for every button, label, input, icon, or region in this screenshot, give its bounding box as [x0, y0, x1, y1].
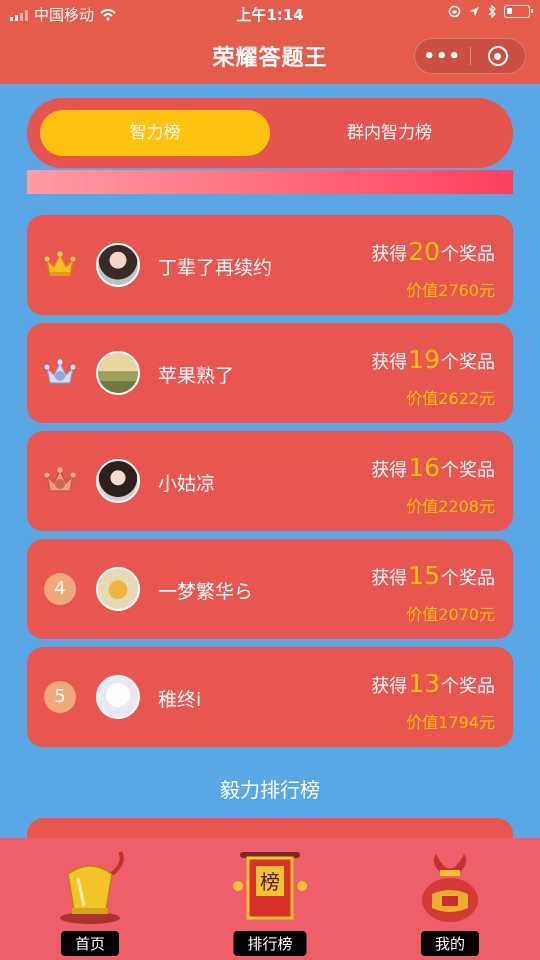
bottom-tab-bar: 首页 榜 排行榜 我的 — [0, 838, 540, 960]
ranking-row[interactable]: 4 一梦繁华ら 获得 15 个奖品 价值2070元 — [27, 539, 513, 639]
avatar — [96, 567, 140, 611]
prize-value: 价值2208元 — [406, 497, 495, 516]
ranking-scroll-icon: 榜 — [233, 852, 307, 920]
location-icon — [470, 7, 479, 16]
section-title: 毅力排行榜 — [220, 778, 320, 802]
tabbar-label: 我的 — [420, 931, 480, 956]
tabbar-label: 首页 — [60, 931, 120, 956]
rank-number-badge: 5 — [44, 681, 76, 713]
avatar — [96, 351, 140, 395]
prize-count: 获得 13 个奖品 — [371, 669, 495, 698]
prize-value: 价值2070元 — [406, 605, 495, 624]
close-button[interactable] — [470, 46, 525, 66]
trophy-icon — [60, 850, 124, 924]
avatar — [96, 243, 140, 287]
tabbar-label: 排行榜 — [233, 931, 307, 956]
ranking-row[interactable]: 苹果熟了 获得 19 个奖品 价值2622元 — [27, 323, 513, 423]
prize-count: 获得 19 个奖品 — [371, 345, 495, 374]
close-target-icon — [487, 46, 508, 66]
prize-count: 获得 16 个奖品 — [371, 453, 495, 482]
prize-count: 获得 15 个奖品 — [371, 561, 495, 590]
tab-intelligence[interactable]: 智力榜 — [40, 110, 270, 156]
prize-value: 价值2622元 — [406, 389, 495, 408]
silver-crown-icon — [44, 359, 76, 384]
gold-crown-icon — [44, 251, 76, 276]
tabbar-item-ranking[interactable]: 榜 排行榜 — [180, 838, 360, 960]
ranking-row[interactable]: 5 稚终i 获得 13 个奖品 价值1794元 — [27, 647, 513, 747]
tab-group-intelligence[interactable]: 群内智力榜 — [277, 110, 502, 156]
prize-count: 获得 20 个奖品 — [371, 237, 495, 266]
tabbar-item-home[interactable]: 首页 — [0, 838, 180, 960]
status-bar: 中国移动 上午1:14 — [0, 0, 540, 28]
tabbar-item-mine[interactable]: 我的 — [360, 838, 540, 960]
battery-icon — [504, 5, 533, 18]
bluetooth-icon — [488, 5, 496, 18]
avatar — [96, 459, 140, 503]
bronze-crown-icon — [44, 467, 76, 492]
player-name: 一梦繁华ら — [158, 581, 254, 603]
gift-bag-icon — [422, 854, 478, 922]
orientation-lock-icon — [448, 5, 461, 18]
player-name: 小姑凉 — [158, 473, 216, 495]
ranking-icon-text: 榜 — [260, 870, 280, 894]
player-name: 苹果熟了 — [158, 365, 235, 387]
ranking-tabs: 智力榜 群内智力榜 — [27, 98, 513, 168]
prize-value: 价值2760元 — [406, 281, 495, 300]
nav-bar: 荣耀答题王 ••• — [0, 28, 540, 84]
rank-number-badge: 4 — [44, 573, 76, 605]
ranking-row[interactable]: 丁辈了再续约 获得 20 个奖品 价值2760元 — [27, 215, 513, 315]
prize-value: 价值1794元 — [406, 713, 495, 732]
gradient-banner — [27, 170, 513, 194]
player-name: 丁辈了再续约 — [158, 257, 273, 279]
avatar — [96, 675, 140, 719]
ranking-row[interactable]: 小姑凉 获得 16 个奖品 价值2208元 — [27, 431, 513, 531]
more-button[interactable]: ••• — [415, 46, 470, 67]
player-name: 稚终i — [158, 689, 202, 711]
miniprogram-capsule: ••• — [414, 38, 526, 74]
